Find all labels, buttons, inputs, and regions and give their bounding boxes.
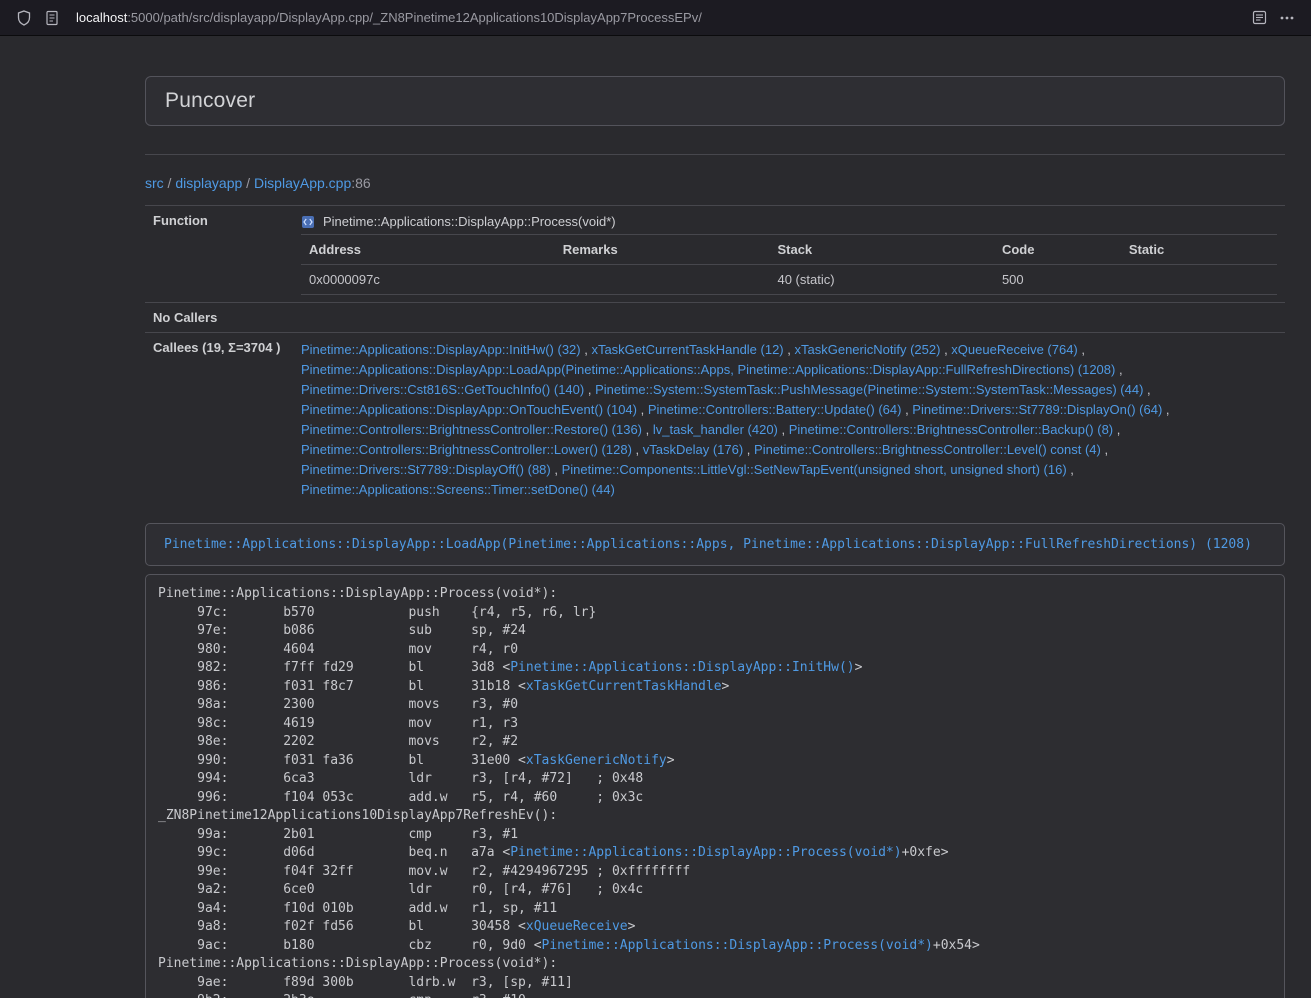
function-name-line: Pinetime::Applications::DisplayApp::Proc… <box>301 214 1277 229</box>
callee-separator: , <box>581 342 592 357</box>
selected-symbol-panel: Pinetime::Applications::DisplayApp::Load… <box>145 523 1285 566</box>
callee-separator: , <box>1101 442 1108 457</box>
breadcrumb-link-src[interactable]: src <box>145 175 164 191</box>
callee-link[interactable]: Pinetime::Drivers::St7789::DisplayOff() … <box>301 462 551 477</box>
callee-link[interactable]: xTaskGenericNotify (252) <box>795 342 941 357</box>
overflow-menu-icon[interactable] <box>1273 4 1301 32</box>
callee-separator: , <box>901 402 912 417</box>
disassembly-panel: Pinetime::Applications::DisplayApp::Proc… <box>145 574 1285 998</box>
breadcrumb-link-displayapp-cpp[interactable]: DisplayApp.cpp <box>254 175 351 191</box>
function-name: Pinetime::Applications::DisplayApp::Proc… <box>323 214 616 229</box>
callee-link[interactable]: xTaskGetCurrentTaskHandle (12) <box>591 342 783 357</box>
function-row-label: Function <box>145 206 293 303</box>
stat-stack: 40 (static) <box>769 265 993 295</box>
callee-separator: , <box>642 422 653 437</box>
code-symbol-link[interactable]: xTaskGenericNotify <box>526 753 667 768</box>
no-callers-label: No Callers <box>145 303 293 333</box>
callee-link[interactable]: Pinetime::Controllers::Battery::Update()… <box>648 402 902 417</box>
no-callers-content <box>293 303 1285 333</box>
stat-static <box>1121 265 1277 295</box>
col-static: Static <box>1121 235 1277 265</box>
callee-link[interactable]: Pinetime::Controllers::BrightnessControl… <box>301 442 632 457</box>
callees-list: Pinetime::Applications::DisplayApp::Init… <box>293 333 1285 508</box>
browser-toolbar: localhost:5000/path/src/displayapp/Displ… <box>0 0 1311 36</box>
function-table: Function Pinetime::Applications::Display… <box>145 205 1285 507</box>
callee-link[interactable]: Pinetime::System::SystemTask::PushMessag… <box>595 382 1143 397</box>
callee-link[interactable]: vTaskDelay (176) <box>643 442 743 457</box>
col-address: Address <box>301 235 555 265</box>
callee-separator: , <box>1162 402 1169 417</box>
callee-link[interactable]: Pinetime::Components::LittleVgl::SetNewT… <box>562 462 1067 477</box>
callee-link[interactable]: lv_task_handler (420) <box>653 422 778 437</box>
selected-symbol-link[interactable]: Pinetime::Applications::DisplayApp::Load… <box>164 537 1252 552</box>
stat-remarks <box>555 265 770 295</box>
no-callers-row: No Callers <box>145 303 1285 333</box>
url-path: :5000/path/src/displayapp/DisplayApp.cpp… <box>127 10 702 25</box>
callee-separator: , <box>1143 382 1150 397</box>
divider <box>145 154 1285 155</box>
callee-link[interactable]: Pinetime::Drivers::Cst816S::GetTouchInfo… <box>301 382 584 397</box>
page-title: Puncover <box>165 89 1265 113</box>
callee-separator: , <box>1078 342 1085 357</box>
page-info-icon[interactable] <box>38 4 66 32</box>
stats-row: 0x0000097c 40 (static) 500 <box>301 265 1277 295</box>
callee-separator: , <box>743 442 754 457</box>
header-panel: Puncover <box>145 76 1285 126</box>
col-remarks: Remarks <box>555 235 770 265</box>
callee-separator: , <box>1113 422 1120 437</box>
function-row-content: Pinetime::Applications::DisplayApp::Proc… <box>293 206 1285 303</box>
function-row: Function Pinetime::Applications::Display… <box>145 206 1285 303</box>
disassembly-code: Pinetime::Applications::DisplayApp::Proc… <box>158 585 1272 998</box>
code-symbol-link[interactable]: Pinetime::Applications::DisplayApp::Init… <box>510 660 854 675</box>
stats-table: Address Remarks Stack Code Static 0x0000… <box>301 234 1277 295</box>
callee-link[interactable]: Pinetime::Applications::Screens::Timer::… <box>301 482 615 497</box>
breadcrumb-line-number: :86 <box>351 175 370 191</box>
code-symbol-link[interactable]: xTaskGetCurrentTaskHandle <box>526 679 722 694</box>
code-symbol-link[interactable]: Pinetime::Applications::DisplayApp::Proc… <box>542 938 933 953</box>
reader-view-icon[interactable] <box>1245 4 1273 32</box>
url-bar[interactable]: localhost:5000/path/src/displayapp/Displ… <box>76 10 1245 25</box>
breadcrumb-separator: / <box>164 175 176 191</box>
code-symbol-link[interactable]: Pinetime::Applications::DisplayApp::Proc… <box>510 845 901 860</box>
callee-separator: , <box>1115 362 1122 377</box>
stat-code: 500 <box>994 265 1121 295</box>
callee-link[interactable]: Pinetime::Controllers::BrightnessControl… <box>301 422 642 437</box>
callee-link[interactable]: xQueueReceive (764) <box>951 342 1077 357</box>
callees-label: Callees (19, Σ=3704 ) <box>145 333 293 508</box>
callee-link[interactable]: Pinetime::Applications::DisplayApp::OnTo… <box>301 402 637 417</box>
callee-separator: , <box>584 382 595 397</box>
col-code: Code <box>994 235 1121 265</box>
callee-separator: , <box>632 442 643 457</box>
callee-separator: , <box>1067 462 1074 477</box>
stat-address: 0x0000097c <box>301 265 555 295</box>
code-symbol-link[interactable]: xQueueReceive <box>526 919 628 934</box>
shield-icon[interactable] <box>10 4 38 32</box>
function-icon <box>301 215 315 229</box>
breadcrumb: src / displayapp / DisplayApp.cpp:86 <box>145 175 1285 191</box>
stats-header-row: Address Remarks Stack Code Static <box>301 235 1277 265</box>
callees-row: Callees (19, Σ=3704 ) Pinetime::Applicat… <box>145 333 1285 508</box>
callee-separator: , <box>637 402 648 417</box>
callee-separator: , <box>940 342 951 357</box>
callee-separator: , <box>778 422 789 437</box>
callee-separator: , <box>551 462 562 477</box>
callee-link[interactable]: Pinetime::Applications::DisplayApp::Init… <box>301 342 581 357</box>
callee-link[interactable]: Pinetime::Applications::DisplayApp::Load… <box>301 362 1115 377</box>
col-stack: Stack <box>769 235 993 265</box>
breadcrumb-separator: / <box>242 175 254 191</box>
callee-link[interactable]: Pinetime::Drivers::St7789::DisplayOn() (… <box>912 402 1162 417</box>
callee-separator: , <box>784 342 795 357</box>
callee-link[interactable]: Pinetime::Controllers::BrightnessControl… <box>754 442 1101 457</box>
url-host: localhost <box>76 10 127 25</box>
callee-link[interactable]: Pinetime::Controllers::BrightnessControl… <box>789 422 1113 437</box>
page-content: Puncover src / displayapp / DisplayApp.c… <box>145 36 1285 998</box>
breadcrumb-link-displayapp[interactable]: displayapp <box>175 175 242 191</box>
